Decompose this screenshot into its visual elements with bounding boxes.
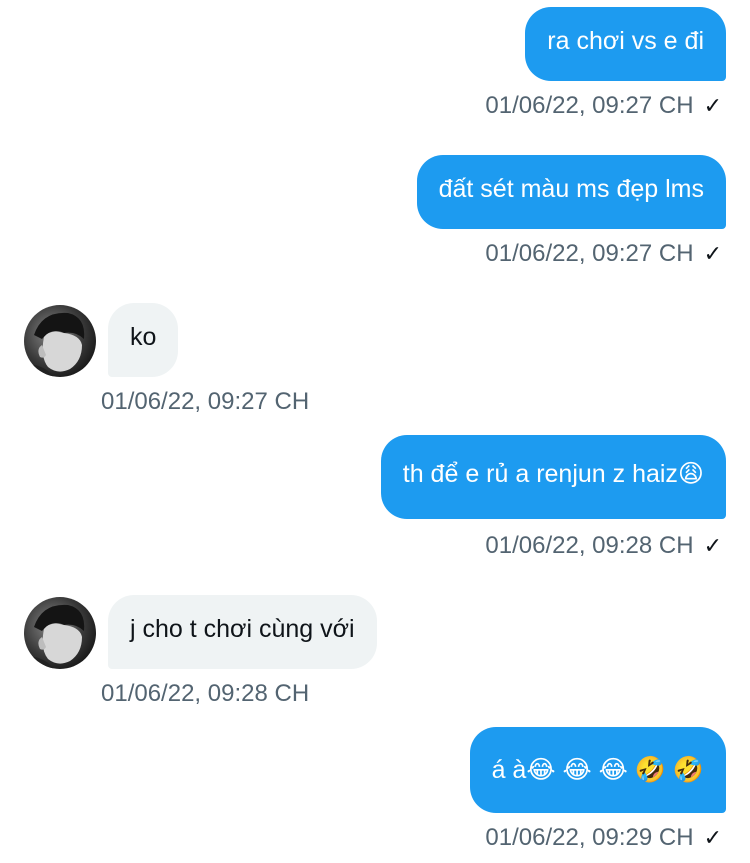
sent-check-icon: ✓ xyxy=(703,241,722,266)
sent-check-icon: ✓ xyxy=(703,825,722,850)
message-bubble-outgoing[interactable]: á à😂 😂 😂 🤣 🤣 xyxy=(469,727,726,813)
timestamp-text: 01/06/22, 09:29 CH xyxy=(485,824,694,851)
message-bubble-outgoing[interactable]: đất sét màu ms đẹp lms xyxy=(416,155,726,229)
timestamp-text: 01/06/22, 09:27 CH xyxy=(485,240,694,267)
message-timestamp: 01/06/22, 09:27 CH xyxy=(101,388,310,415)
message-bubble-outgoing[interactable]: ra chơi vs e đi xyxy=(525,7,726,81)
message-bubble-incoming[interactable]: ko xyxy=(108,303,179,377)
avatar-photo-icon xyxy=(24,597,96,669)
user-avatar[interactable] xyxy=(24,305,96,377)
message-bubble-incoming[interactable]: j cho t chơi cùng với xyxy=(108,595,377,669)
avatar-photo-icon xyxy=(24,305,96,377)
message-timestamp: 01/06/22, 09:28 CH xyxy=(101,680,310,707)
user-avatar[interactable] xyxy=(24,597,96,669)
message-bubble-outgoing[interactable]: th để e rủ a renjun z haiz😩 xyxy=(380,435,726,519)
message-timestamp: 01/06/22, 09:29 CH ✓ xyxy=(485,824,722,852)
sent-check-icon: ✓ xyxy=(703,533,722,558)
sent-check-icon: ✓ xyxy=(703,93,722,118)
message-timestamp: 01/06/22, 09:27 CH ✓ xyxy=(485,240,722,268)
message-timestamp: 01/06/22, 09:27 CH ✓ xyxy=(485,92,722,120)
timestamp-text: 01/06/22, 09:27 CH xyxy=(485,92,694,119)
timestamp-text: 01/06/22, 09:28 CH xyxy=(485,532,694,559)
message-timestamp: 01/06/22, 09:28 CH ✓ xyxy=(485,532,722,560)
